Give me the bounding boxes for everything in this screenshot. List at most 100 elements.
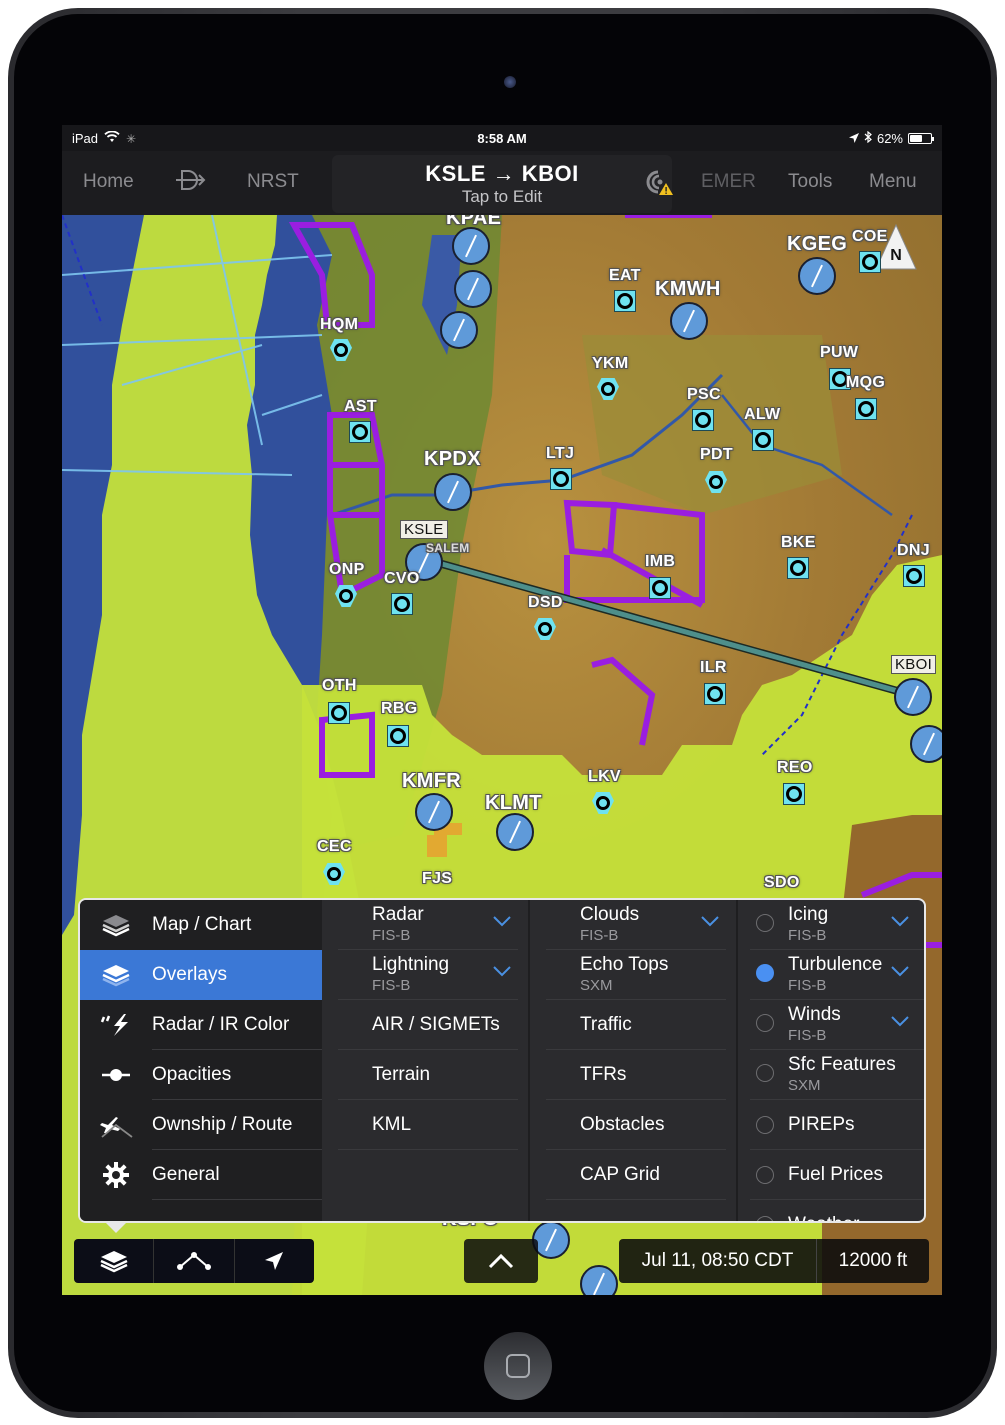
- category-label: Opacities: [152, 1064, 232, 1085]
- weather-timestamp[interactable]: Jul 11, 08:50 CDT: [619, 1239, 817, 1283]
- navaid-label-reo: REO: [777, 759, 813, 776]
- overlay-column-3: Icing FIS-B Turbulence FIS-B Winds FIS-B Sfc F…: [738, 900, 924, 1221]
- nearest-button[interactable]: NRST: [247, 171, 299, 193]
- overlay-option-obstacles[interactable]: Obstacles: [530, 1100, 738, 1150]
- tools-button[interactable]: Tools: [788, 171, 832, 193]
- route-edit-button[interactable]: KSLE → KBOI Tap to Edit: [332, 155, 672, 213]
- weather-time-altitude-box[interactable]: Jul 11, 08:50 CDT 12000 ft: [619, 1239, 929, 1283]
- navaid-cvo[interactable]: [391, 593, 413, 615]
- radio-button[interactable]: [756, 1116, 774, 1134]
- airport-ksea-symbol[interactable]: [440, 311, 478, 349]
- overlay-option-lightning[interactable]: Lightning FIS-B: [322, 950, 530, 1000]
- overlay-option-radar[interactable]: Radar FIS-B: [322, 900, 530, 950]
- navaid-label-fjs: FJS: [422, 870, 453, 887]
- navaid-rbg[interactable]: [387, 725, 409, 747]
- overlay-option-traffic[interactable]: Traffic: [530, 1000, 738, 1050]
- radio-button[interactable]: [756, 964, 774, 982]
- radio-button[interactable]: [756, 1216, 774, 1221]
- navaid-ast[interactable]: [349, 421, 371, 443]
- chevron-down-icon[interactable]: [890, 1014, 910, 1028]
- chevron-down-icon[interactable]: [492, 914, 512, 928]
- settings-category-radar-ir-color[interactable]: Radar / IR Color: [80, 1000, 322, 1050]
- airport-kboi-symbol[interactable]: [894, 678, 932, 716]
- emergency-button[interactable]: EMER: [701, 171, 756, 193]
- airport-kbfi-symbol[interactable]: [454, 270, 492, 308]
- navaid-bke[interactable]: [787, 557, 809, 579]
- overlay-option-echo-tops[interactable]: Echo Tops SXM: [530, 950, 738, 1000]
- location-arrow-icon: [848, 131, 859, 146]
- airport-kgeg-symbol[interactable]: [798, 257, 836, 295]
- expand-info-button[interactable]: [464, 1239, 538, 1283]
- navaid-eat[interactable]: [614, 290, 636, 312]
- direct-to-button[interactable]: [174, 169, 206, 197]
- overlay-option-icing[interactable]: Icing FIS-B: [738, 900, 924, 950]
- overlay-option-weather[interactable]: Weather: [738, 1200, 924, 1221]
- overlay-option-winds[interactable]: Winds FIS-B: [738, 1000, 924, 1050]
- layers-icon: [100, 1251, 128, 1273]
- chevron-down-icon[interactable]: [492, 964, 512, 978]
- navaid-psc[interactable]: [692, 409, 714, 431]
- airport-kpdx-symbol[interactable]: [434, 473, 472, 511]
- airport-east-symbol[interactable]: [910, 725, 942, 763]
- home-hardware-button[interactable]: [484, 1332, 552, 1400]
- altitude-selector[interactable]: 12000 ft: [817, 1239, 929, 1283]
- radar-lightning-icon: [80, 1013, 152, 1037]
- bluetooth-icon: [864, 130, 872, 146]
- airport-kpae-symbol[interactable]: [452, 227, 490, 265]
- chevron-down-icon[interactable]: [890, 964, 910, 978]
- navaid-imb[interactable]: [649, 577, 671, 599]
- track-up-button[interactable]: [235, 1239, 314, 1283]
- connext-status-button[interactable]: [644, 169, 673, 195]
- navaid-ltj[interactable]: [550, 468, 572, 490]
- overlay-option-clouds[interactable]: Clouds FIS-B: [530, 900, 738, 950]
- chevron-down-icon[interactable]: [700, 914, 720, 928]
- navaid-mqg[interactable]: [855, 398, 877, 420]
- radio-button[interactable]: [756, 1014, 774, 1032]
- overlay-name: Fuel Prices: [788, 1164, 884, 1185]
- panel-pointer: [104, 1221, 128, 1233]
- navaid-label-hqm: HQM: [320, 316, 359, 333]
- menu-button[interactable]: Menu: [869, 171, 917, 193]
- navaid-reo[interactable]: [783, 783, 805, 805]
- settings-category-general[interactable]: General: [80, 1150, 322, 1200]
- route-tool-button[interactable]: [154, 1239, 235, 1283]
- overlay-option-turbulence[interactable]: Turbulence FIS-B: [738, 950, 924, 1000]
- navaid-dnj[interactable]: [903, 565, 925, 587]
- overlay-option-sfc-features[interactable]: Sfc Features SXM: [738, 1050, 924, 1100]
- navaid-ilr[interactable]: [704, 683, 726, 705]
- overlay-name: Radar: [372, 904, 424, 925]
- home-button[interactable]: Home: [83, 171, 134, 193]
- airport-oak-symbol[interactable]: [580, 1265, 618, 1295]
- settings-category-map-chart[interactable]: Map / Chart: [80, 900, 322, 950]
- connext-warning-icon: [646, 170, 673, 195]
- airport-klmt-symbol[interactable]: [496, 813, 534, 851]
- overlay-option-terrain[interactable]: Terrain: [322, 1050, 530, 1100]
- layers-button[interactable]: [74, 1239, 155, 1283]
- overlay-name: Terrain: [372, 1064, 431, 1085]
- overlay-option-fuel-prices[interactable]: Fuel Prices: [738, 1150, 924, 1200]
- radio-button[interactable]: [756, 1064, 774, 1082]
- navaid-coe[interactable]: [859, 251, 881, 273]
- overlay-option-air-sigmets[interactable]: AIR / SIGMETs: [322, 1000, 530, 1050]
- app-screen: iPad ✳ 8:58 AM 62% Home NRST KSLE → KBOI: [62, 125, 942, 1295]
- direct-to-icon: [176, 170, 206, 190]
- chevron-down-icon[interactable]: [890, 914, 910, 928]
- overlay-option-tfrs[interactable]: TFRs: [530, 1050, 738, 1100]
- navaid-alw[interactable]: [752, 429, 774, 451]
- radio-button[interactable]: [756, 914, 774, 932]
- overlay-name: Icing: [788, 904, 829, 925]
- airport-kmfr-symbol[interactable]: [415, 793, 453, 831]
- navaid-oth[interactable]: [328, 702, 350, 724]
- settings-category-opacities[interactable]: Opacities: [80, 1050, 322, 1100]
- radio-button[interactable]: [756, 1166, 774, 1184]
- settings-category-ownship-route[interactable]: Ownship / Route: [80, 1100, 322, 1150]
- navaid-label-psc: PSC: [687, 386, 721, 403]
- settings-category-overlays[interactable]: Overlays: [80, 950, 322, 1000]
- settings-category-menu: Map / Chart Overlays Radar / IR Color Opaci…: [80, 900, 322, 1221]
- overlay-option-kml[interactable]: KML: [322, 1100, 530, 1150]
- airport-label-kmfr: KMFR: [402, 770, 461, 792]
- overlay-option-pireps[interactable]: PIREPs: [738, 1100, 924, 1150]
- navaid-label-cvo: CVO: [384, 570, 420, 587]
- overlay-option-cap-grid[interactable]: CAP Grid: [530, 1150, 738, 1200]
- airport-kmwh-symbol[interactable]: [670, 302, 708, 340]
